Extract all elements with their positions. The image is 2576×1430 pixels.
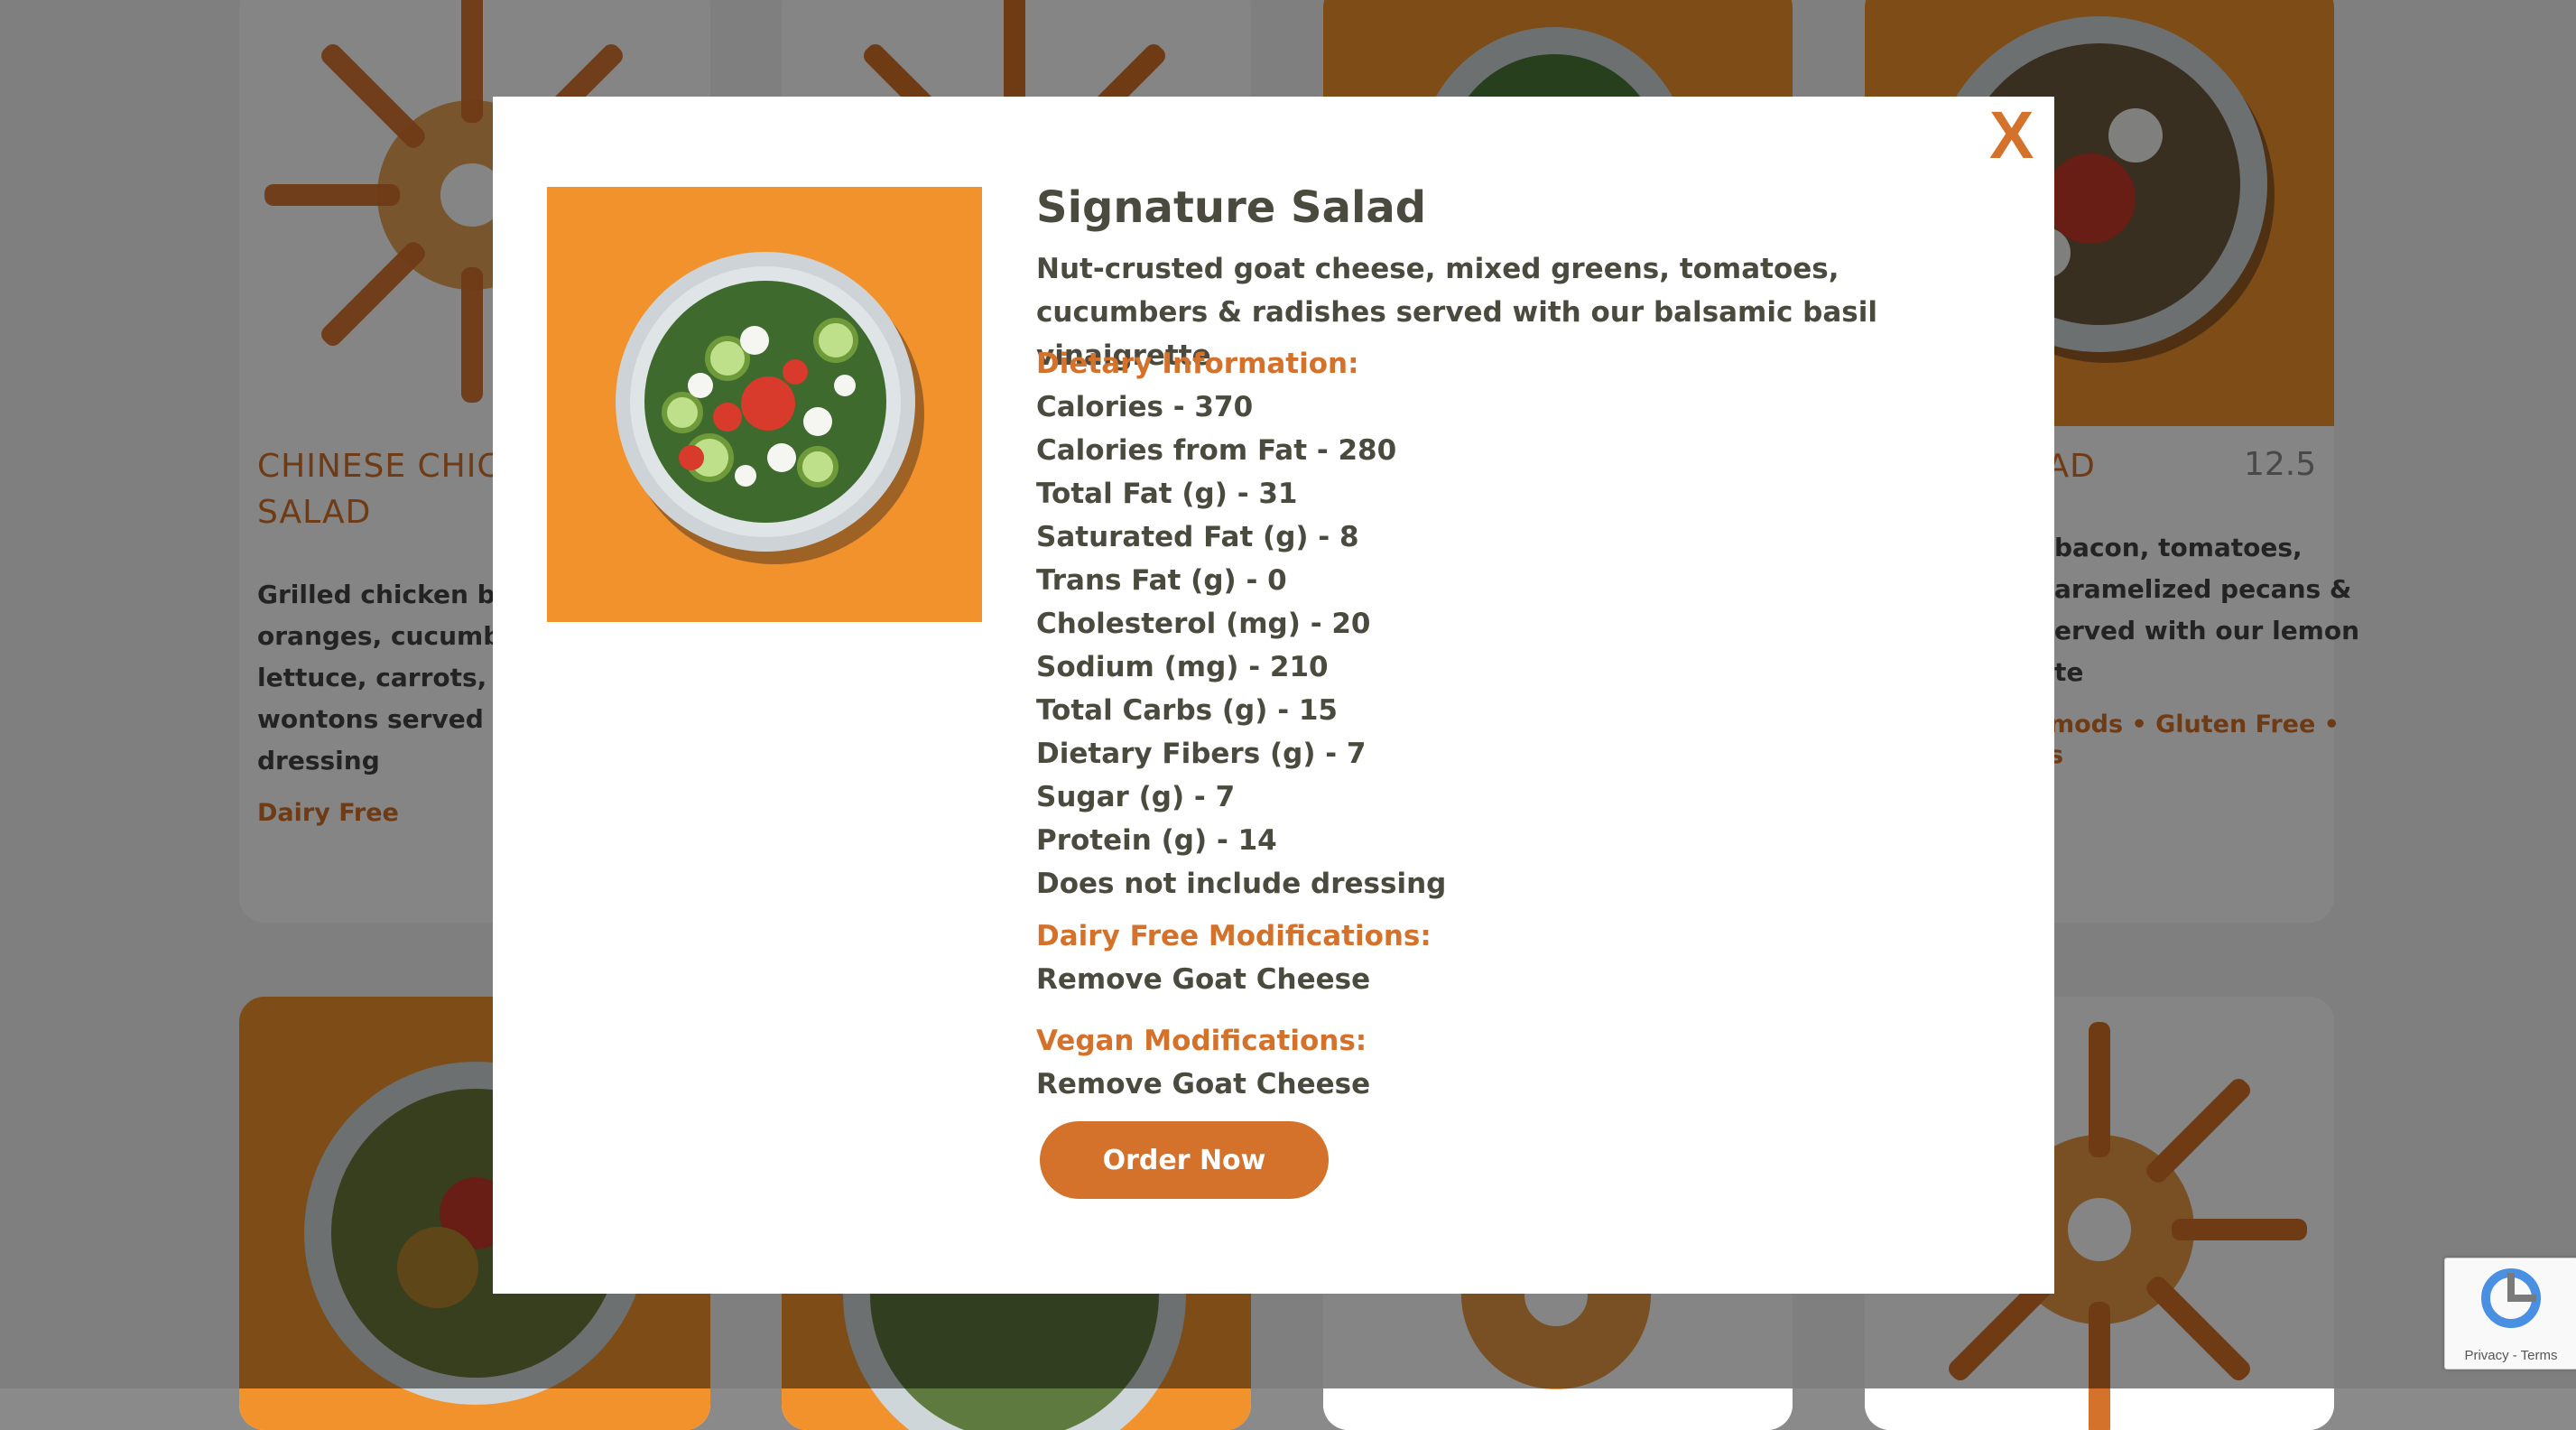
dairy-free-modification: Remove Goat Cheese [1036,963,1371,996]
dietary-item: Total Fat (g) - 31 [1036,478,1298,510]
dietary-item: Total Carbs (g) - 15 [1036,694,1338,727]
dietary-item: Protein (g) - 14 [1036,824,1277,857]
item-title: Signature Salad [1036,182,1427,233]
vegan-heading: Vegan Modifications: [1036,1025,1367,1057]
vegan-modification: Remove Goat Cheese [1036,1068,1371,1100]
dietary-item: Cholesterol (mg) - 20 [1036,608,1371,640]
dietary-item: Trans Fat (g) - 0 [1036,564,1287,597]
order-now-button[interactable]: Order Now [1040,1121,1329,1199]
dietary-note: Does not include dressing [1036,868,1447,900]
salad-bowl-image [616,252,924,564]
salad-photo [547,187,982,622]
dietary-item: Saturated Fat (g) - 8 [1036,521,1359,553]
recaptcha-icon [2481,1268,2541,1328]
dietary-info-heading: Dietary Information: [1036,348,1359,380]
dietary-item: Calories from Fat - 280 [1036,434,1397,467]
dietary-item: Dietary Fibers (g) - 7 [1036,738,1367,770]
recaptcha-badge[interactable]: Privacy - Terms [2444,1258,2576,1370]
dietary-item: Sodium (mg) - 210 [1036,651,1329,683]
dietary-item: Calories - 370 [1036,391,1254,423]
close-button[interactable]: X [1989,98,2034,173]
recaptcha-privacy-terms-link[interactable]: Privacy - Terms [2445,1348,2576,1363]
dietary-item: Sugar (g) - 7 [1036,781,1236,813]
dairy-free-heading: Dairy Free Modifications: [1036,920,1432,952]
